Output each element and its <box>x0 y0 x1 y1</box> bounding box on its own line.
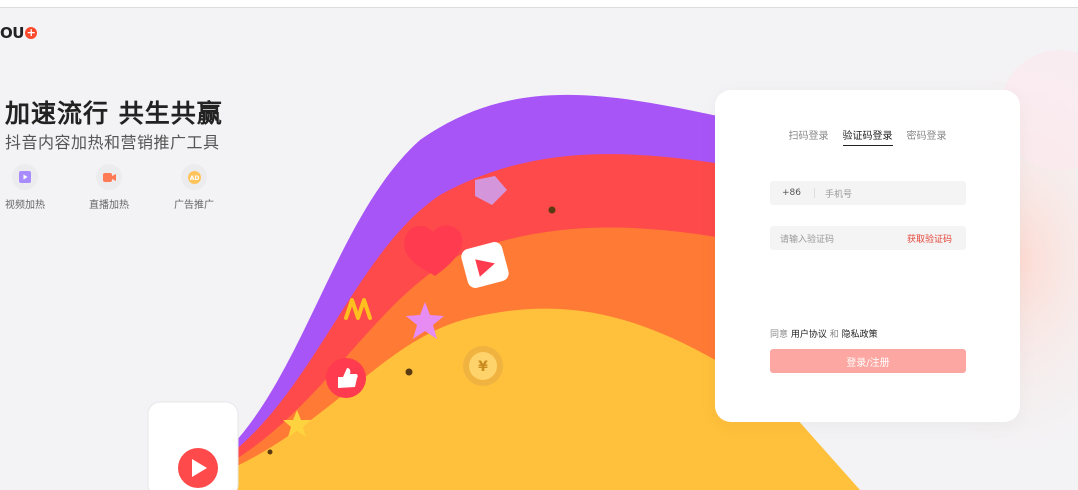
tab-password-login[interactable]: 密码登录 <box>907 127 947 146</box>
verification-code-input[interactable]: 请输入验证码 <box>770 232 907 245</box>
agree-prefix: 同意 <box>770 330 789 340</box>
agreement-text: 同意 用户协议 和 隐私政策 <box>770 327 878 340</box>
phone-input[interactable]: 手机号 <box>825 187 852 200</box>
country-code-select[interactable]: +86 <box>770 188 815 198</box>
code-field[interactable]: 请输入验证码 获取验证码 <box>770 226 966 250</box>
tab-qr-login[interactable]: 扫码登录 <box>789 127 829 146</box>
send-code-button[interactable]: 获取验证码 <box>907 232 966 245</box>
svg-text:¥: ¥ <box>478 359 488 375</box>
login-card: 扫码登录 验证码登录 密码登录 +86 手机号 请输入验证码 获取验证码 同意 … <box>715 90 1020 422</box>
login-register-button[interactable]: 登录/注册 <box>770 349 966 373</box>
privacy-policy-link[interactable]: 隐私政策 <box>842 330 878 340</box>
agree-and: 和 <box>829 330 839 340</box>
tab-code-login[interactable]: 验证码登录 <box>842 127 893 146</box>
phone-field[interactable]: +86 手机号 <box>770 181 966 205</box>
user-agreement-link[interactable]: 用户协议 <box>791 330 827 340</box>
login-tabs: 扫码登录 验证码登录 密码登录 <box>715 127 1020 146</box>
